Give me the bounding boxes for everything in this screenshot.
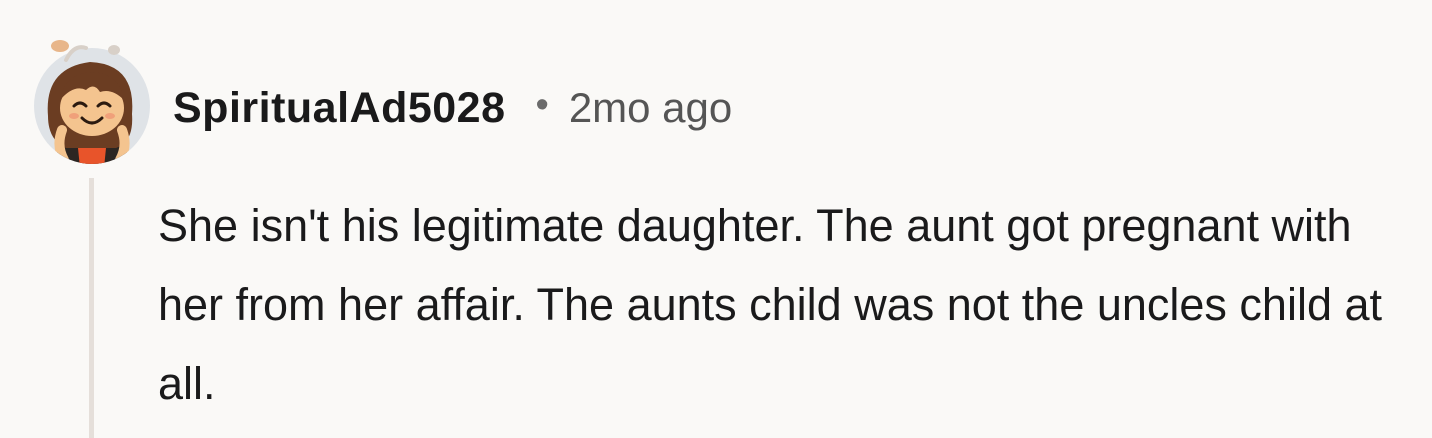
comment-header: SpiritualAd5028 • 2mo ago [173, 78, 732, 138]
username-link[interactable]: SpiritualAd5028 [173, 84, 506, 133]
thread-line[interactable] [89, 178, 94, 438]
comment: SpiritualAd5028 • 2mo ago She isn't his … [0, 0, 1432, 438]
comment-body: She isn't his legitimate daughter. The a… [158, 200, 1383, 409]
separator-dot: • [535, 83, 549, 126]
timestamp[interactable]: 2mo ago [569, 84, 732, 132]
user-avatar-icon[interactable] [30, 38, 154, 166]
